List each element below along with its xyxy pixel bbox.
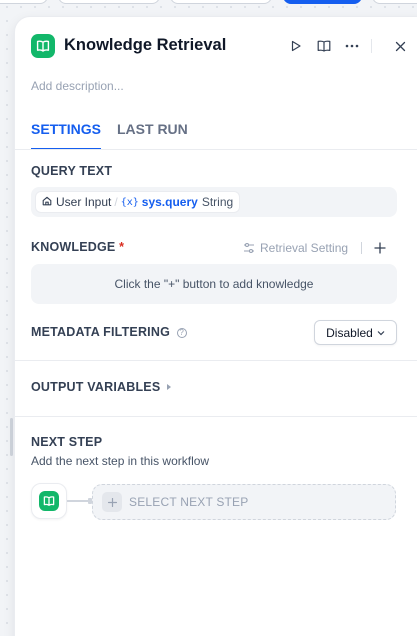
section-divider <box>15 360 417 361</box>
help-icon[interactable]: ? <box>176 328 187 338</box>
actions-divider <box>361 242 363 254</box>
select-next-step-label: SELECT NEXT STEP <box>129 495 249 509</box>
output-variables-toggle[interactable]: OUTPUT VARIABLES <box>31 380 172 394</box>
tab-last-run[interactable]: LAST RUN <box>117 121 188 137</box>
select-next-step-button[interactable]: SELECT NEXT STEP <box>92 484 396 520</box>
settings-sliders-icon <box>243 242 255 254</box>
home-icon <box>42 195 52 209</box>
canvas-node-tab-active <box>283 0 362 4</box>
close-icon[interactable] <box>390 36 410 56</box>
metadata-filtering-label: METADATA FILTERING ? <box>31 325 187 339</box>
metadata-filtering-label-text: METADATA FILTERING <box>31 325 170 339</box>
variable-separator: / <box>114 195 118 209</box>
output-variables-label: OUTPUT VARIABLES <box>31 380 161 394</box>
panel-resize-handle[interactable] <box>10 418 13 456</box>
canvas-node-tab <box>0 0 48 4</box>
variable-name: sys.query <box>141 195 198 209</box>
next-step-label: NEXT STEP <box>31 435 103 449</box>
metadata-filtering-select[interactable]: Disabled <box>314 320 397 345</box>
play-icon[interactable] <box>286 36 306 56</box>
section-divider <box>15 416 417 417</box>
metadata-filtering-value: Disabled <box>326 325 373 340</box>
variable-chip[interactable]: User Input / {x} sys.query String <box>35 191 241 213</box>
knowledge-empty-state: Click the "+" button to add knowledge <box>31 264 397 304</box>
current-node-icon <box>31 483 67 519</box>
book-open-icon[interactable] <box>314 36 334 56</box>
knowledge-actions: Retrieval Setting <box>243 238 388 258</box>
plus-icon <box>102 492 122 512</box>
retrieval-setting-label: Retrieval Setting <box>260 241 349 255</box>
plus-icon <box>374 242 386 254</box>
node-title[interactable]: Knowledge Retrieval <box>64 36 226 55</box>
canvas-node-tab <box>58 0 160 4</box>
required-mark: * <box>119 240 125 254</box>
query-text-field[interactable]: User Input / {x} sys.query String <box>31 187 397 217</box>
chevron-down-icon <box>377 330 385 336</box>
panel-header: Knowledge Retrieval <box>31 34 417 60</box>
knowledge-label-text: KNOWLEDGE <box>31 240 116 254</box>
canvas-top-strip <box>0 0 417 4</box>
retrieval-setting-button[interactable]: Retrieval Setting <box>243 241 348 255</box>
variable-node-name: User Input <box>56 195 112 209</box>
tab-settings[interactable]: SETTINGS <box>31 121 101 137</box>
book-icon <box>39 491 59 511</box>
add-knowledge-button[interactable] <box>372 240 388 256</box>
knowledge-label: KNOWLEDGE * <box>31 240 124 254</box>
query-text-label: QUERY TEXT <box>31 164 113 178</box>
header-divider <box>371 39 372 53</box>
tabs-divider <box>15 149 417 150</box>
next-step-description: Add the next step in this workflow <box>31 454 210 468</box>
description-input[interactable]: Add description... <box>31 79 124 93</box>
book-icon <box>31 34 55 58</box>
canvas-node-tab <box>372 0 417 4</box>
node-settings-panel: Knowledge Retrieval Add description... S… <box>14 16 417 636</box>
variable-type: String <box>201 195 234 209</box>
caret-right-icon <box>167 384 172 390</box>
variable-icon: {x} <box>120 196 139 208</box>
canvas-node-tab <box>170 0 272 4</box>
more-icon[interactable] <box>342 36 362 56</box>
